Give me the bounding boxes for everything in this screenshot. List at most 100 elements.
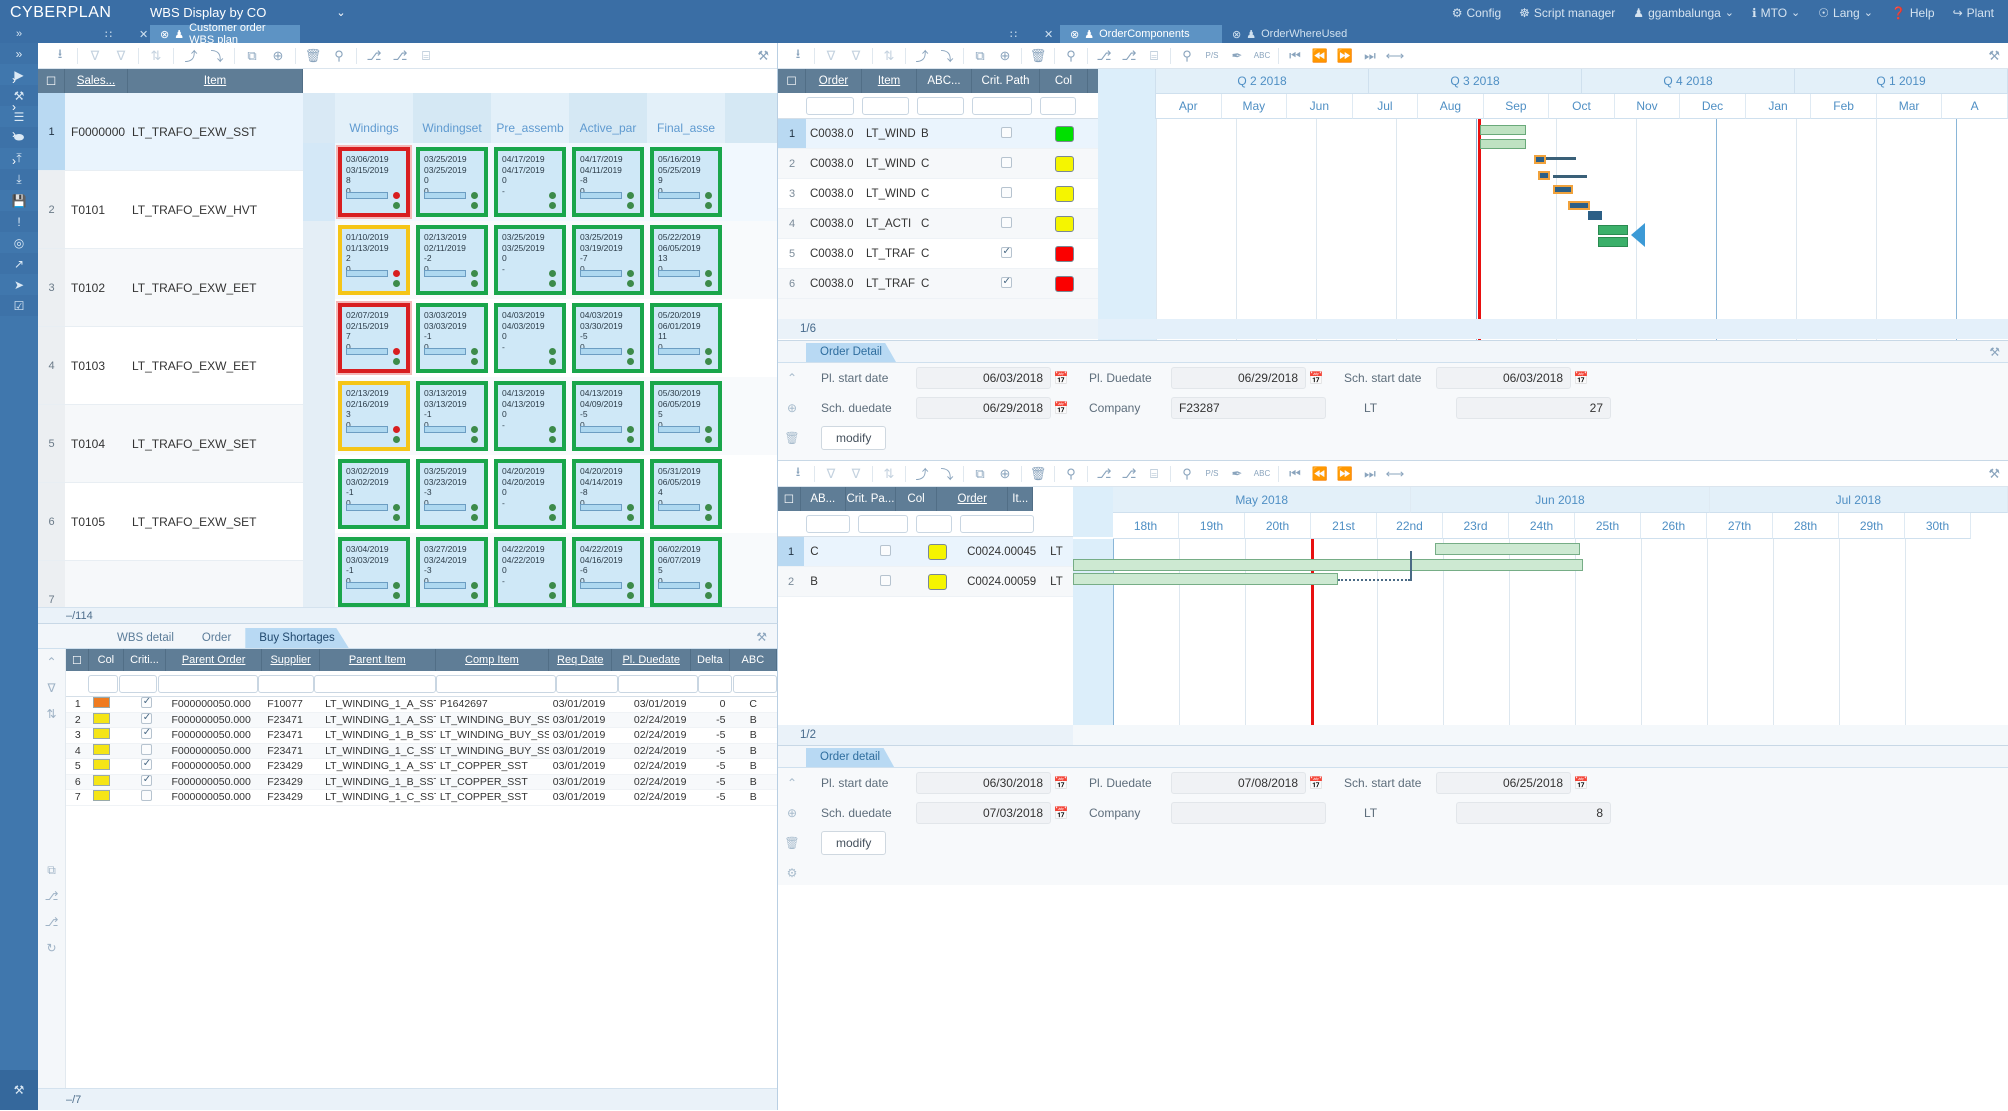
gantt-bar[interactable] <box>1568 201 1590 210</box>
export-up-icon[interactable]: ⤴ <box>910 45 934 67</box>
paint-icon[interactable]: ✒ <box>1225 463 1249 485</box>
checkbox-icon[interactable] <box>1000 246 1012 258</box>
gantt-bottom-day-22nd[interactable]: 22nd <box>1377 513 1443 539</box>
wbs-card[interactable]: 04/13/2019 04/09/2019 -5 0 <box>572 381 644 451</box>
delete-icon[interactable]: 🗑 <box>778 423 806 453</box>
filter-col-abc-input[interactable] <box>733 674 777 693</box>
wbs-card[interactable]: 03/04/2019 03/03/2019 -1 0 <box>338 537 410 607</box>
col-pl-duedate-header[interactable]: Pl. Duedate <box>612 649 692 671</box>
col-parent-order-header[interactable]: Parent Order <box>166 649 263 671</box>
sch-start-date-field2[interactable]: 06/25/2018 <box>1436 772 1571 794</box>
book-icon[interactable]: ⌸ <box>414 45 438 67</box>
gantt-quarter-3[interactable]: Q 4 2018 <box>1582 69 1795 94</box>
gantt-bottom-day-29th[interactable]: 29th <box>1839 513 1905 539</box>
table-row[interactable]: 6 C0038.0 LT_TRAF C <box>778 269 1098 299</box>
matrix-cell[interactable]: 03/03/2019 03/03/2019 -1 0 <box>413 299 491 377</box>
col-comp-item-header[interactable]: Comp Item <box>436 649 550 671</box>
copy-icon[interactable]: ⧉ <box>38 857 65 883</box>
matrix-cell[interactable]: 03/04/2019 03/03/2019 -1 0 <box>335 533 413 609</box>
table-row[interactable]: 6 F000000050.000 F23429 LT_WINDING_1_B_SSTL… <box>66 774 777 790</box>
table-row[interactable]: 5 F000000050.000 F23429 LT_WINDING_1_A_SSTL… <box>66 759 777 775</box>
row-crit-path-checkbox[interactable] <box>856 574 914 589</box>
select-all-checkbox[interactable]: ☐ <box>38 69 65 93</box>
add-icon[interactable]: ⊕ <box>778 798 806 828</box>
export-up-icon[interactable]: ⤴ <box>179 45 203 67</box>
matrix-cell[interactable]: 05/16/2019 05/25/2019 9 0 <box>647 143 725 221</box>
sort-icon[interactable]: ⇅ <box>38 701 65 727</box>
filter-crit-path-input[interactable] <box>972 96 1032 115</box>
gantt-bar[interactable] <box>1480 139 1526 149</box>
calendar-icon[interactable]: 📅 <box>1306 776 1326 790</box>
gantt-bar[interactable] <box>1598 237 1628 247</box>
col-col-header[interactable]: Col <box>1040 69 1088 93</box>
wbs-card[interactable]: 04/17/2019 04/17/2019 0- <box>494 147 566 217</box>
checkbox-icon[interactable] <box>140 712 152 724</box>
matrix-cell[interactable]: 04/17/2019 04/11/2019 -8 0 <box>569 143 647 221</box>
gantt-month-Feb[interactable]: Feb <box>1811 94 1877 119</box>
gantt-month-Sep[interactable]: Sep <box>1483 94 1550 119</box>
tab-buy-shortages[interactable]: Buy Shortages <box>245 628 349 648</box>
row-critical-checkbox[interactable] <box>125 774 167 789</box>
wbs-card[interactable]: 03/02/2019 03/02/2019 -1 0 <box>338 459 410 529</box>
matrix-cell[interactable]: 06/02/2019 06/07/2019 5 0 <box>647 533 725 609</box>
modify-button[interactable]: modify <box>821 426 887 450</box>
last-icon[interactable]: ⏭ <box>1358 45 1382 67</box>
excel-export-icon[interactable]: ⎇ <box>1092 45 1116 67</box>
gantt-bottom-day-23rd[interactable]: 23rd <box>1443 513 1509 539</box>
filter-clear-icon[interactable]: ∇ <box>844 45 868 67</box>
filter-col-critical-input[interactable] <box>119 674 158 693</box>
pl-start-date-field2[interactable]: 06/30/2018 <box>916 772 1051 794</box>
copy-icon[interactable]: ⧉ <box>968 45 992 67</box>
chevron-right-icon-4[interactable]: › <box>6 153 22 169</box>
pdf-export-icon[interactable]: ⎇ <box>1117 463 1141 485</box>
wbs-card[interactable]: 05/16/2019 05/25/2019 9 0 <box>650 147 722 217</box>
calendar-icon[interactable]: 📅 <box>1051 371 1071 385</box>
collapse-up-icon[interactable]: ⌃ <box>778 768 806 798</box>
delete-icon[interactable]: 🗑 <box>1026 45 1050 67</box>
gantt-month-Jan[interactable]: Jan <box>1745 94 1812 119</box>
wrench-icon[interactable]: ⚒ <box>757 48 769 64</box>
col-delta-header[interactable]: Delta <box>691 649 730 671</box>
gantt-bottom-grid[interactable] <box>1073 539 2008 747</box>
settings-icon[interactable]: ⚒ <box>0 1070 38 1110</box>
col-crit-path-header[interactable]: Crit. Path <box>972 69 1040 93</box>
excel-export-icon[interactable]: ⎇ <box>362 45 386 67</box>
wbs-card[interactable]: 03/27/2019 03/24/2019 -3 0 <box>416 537 488 607</box>
matrix-cell[interactable]: 04/17/2019 04/17/2019 0- <box>491 143 569 221</box>
wbs-card[interactable]: 04/17/2019 04/11/2019 -8 0 <box>572 147 644 217</box>
close-icon[interactable]: ✕ <box>139 28 148 41</box>
wbs-card[interactable]: 04/20/2019 04/20/2019 0- <box>494 459 566 529</box>
matrix-cell[interactable]: 03/25/2019 03/23/2019 -3 0 <box>413 455 491 533</box>
chevron-right-icon-1[interactable]: › <box>6 72 22 88</box>
book-icon[interactable]: ⌸ <box>1142 45 1166 67</box>
matrix-cell[interactable]: 03/25/2019 03/25/2019 0- <box>491 221 569 299</box>
export-down-icon[interactable]: ⤵ <box>935 45 959 67</box>
filter-abc-input[interactable] <box>917 96 964 115</box>
table-row[interactable]: 2 C0038.0 LT_WIND C <box>778 149 1098 179</box>
gantt-quarter-1[interactable]: Q 2 2018 <box>1156 69 1369 94</box>
chevron-right-icon-3[interactable]: › <box>6 126 22 142</box>
pdf-export-icon[interactable]: ⎇ <box>388 45 412 67</box>
filter-col-delta-input[interactable] <box>698 674 733 693</box>
matrix-cell[interactable]: 02/13/2019 02/16/2019 3 0 <box>335 377 413 455</box>
filter-col-col-input[interactable] <box>87 674 118 693</box>
gantt-quarter-2[interactable]: Q 3 2018 <box>1369 69 1582 94</box>
checkbox-icon[interactable] <box>140 759 152 771</box>
gantt-month-Mar[interactable]: Mar <box>1876 94 1943 119</box>
close-icon[interactable]: ⊗ <box>1232 28 1241 41</box>
row-critical-checkbox[interactable] <box>125 697 167 711</box>
table-row[interactable]: 1 C C0024.00045 LT <box>778 537 1073 567</box>
matrix-cell[interactable]: 02/07/2019 02/15/2019 7 0 <box>335 299 413 377</box>
sidebar-expand-button[interactable]: » <box>0 25 38 43</box>
row-critical-checkbox[interactable] <box>125 712 167 727</box>
collapse-up-icon[interactable]: ⌃ <box>778 363 806 393</box>
close-icon[interactable]: ✕ <box>1044 28 1053 41</box>
gantt-bottom-day-24th[interactable]: 24th <box>1509 513 1575 539</box>
alert-icon[interactable]: ! <box>0 211 38 232</box>
wrench-icon[interactable]: ⚒ <box>1989 345 2000 359</box>
filter-abc-input[interactable] <box>806 514 850 533</box>
chevron-down-icon[interactable]: ⌄ <box>336 6 345 19</box>
nav-plant[interactable]: ↪ Plant <box>1953 6 1994 20</box>
sch-start-date-field[interactable]: 06/03/2018 <box>1436 367 1571 389</box>
row-crit-path-checkbox[interactable] <box>856 544 914 559</box>
